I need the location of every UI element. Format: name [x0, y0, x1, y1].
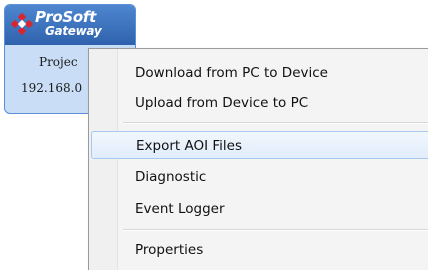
- stage: ProSoft Gateway Projec 192.168.0 Downloa…: [0, 0, 428, 270]
- menu-item-diagnostic[interactable]: Diagnostic: [91, 163, 428, 191]
- menu-item-export-aoi-files[interactable]: Export AOI Files: [91, 131, 428, 159]
- prosoft-diamond-icon: [11, 13, 33, 35]
- menu-item-label: Download from PC to Device: [135, 65, 328, 81]
- logo-text-gateway: Gateway: [45, 24, 102, 38]
- menu-item-label: Upload from Device to PC: [135, 95, 309, 111]
- menu-separator: [123, 229, 428, 231]
- menu-item-label: Diagnostic: [135, 169, 207, 185]
- menu-item-label: Properties: [135, 242, 204, 258]
- menu-item-download-pc-to-device[interactable]: Download from PC to Device: [91, 59, 428, 87]
- menu-item-event-logger[interactable]: Event Logger: [91, 195, 428, 223]
- context-menu: Download from PC to Device Upload from D…: [88, 48, 428, 270]
- menu-item-upload-device-to-pc[interactable]: Upload from Device to PC: [91, 89, 428, 117]
- menu-item-properties[interactable]: Properties: [91, 236, 428, 264]
- menu-item-label: Event Logger: [135, 201, 225, 217]
- menu-separator: [123, 122, 428, 124]
- device-tile-header: ProSoft Gateway: [5, 5, 135, 45]
- menu-item-label: Export AOI Files: [136, 138, 243, 154]
